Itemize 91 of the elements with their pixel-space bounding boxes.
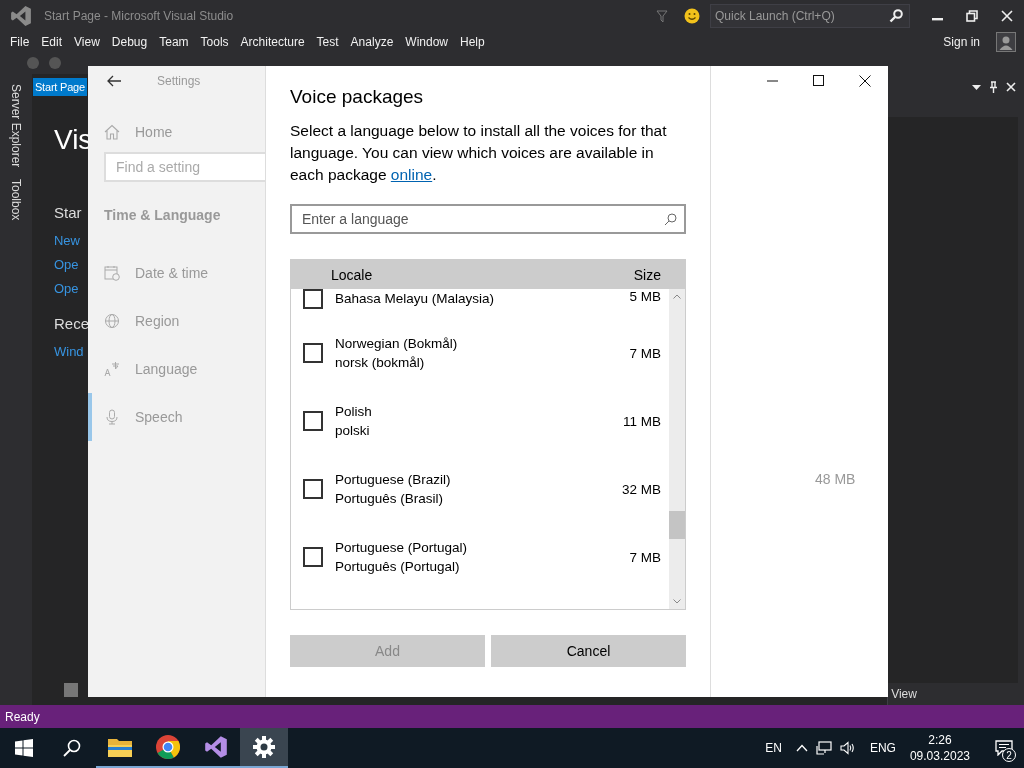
taskbar-app[interactable] [240,728,288,768]
restore-icon[interactable] [966,10,978,22]
status-text: Ready [5,709,40,724]
settings-icon [253,736,275,758]
dialog-button[interactable]: Cancel [491,635,686,667]
folder-icon [108,737,132,757]
menu-item[interactable]: File [4,35,36,49]
quick-launch-field[interactable]: Quick Launch (Ctrl+Q) [710,4,910,28]
menu-item[interactable]: Analyze [344,35,400,49]
square-icon [63,683,78,697]
smiley-icon[interactable] [684,8,700,24]
section-title: Rece [53,315,86,332]
menu-item[interactable]: Tools [194,35,235,49]
window-title: Start Page - Microsoft Visual Studio [44,9,234,23]
dialog-title: Voice packages [290,86,425,108]
infinity-logo-icon [204,735,228,759]
scrollbar-thumb[interactable] [669,511,685,539]
start-link[interactable]: Ope [53,253,86,277]
locale-native-name: Português (Portugal) [335,558,461,576]
section-title: Star [53,204,83,221]
search-icon [664,213,677,226]
network-icon[interactable] [815,741,832,755]
dropdown-icon[interactable] [972,84,981,90]
menu-item[interactable]: Architecture [234,35,311,49]
dialog-description: Select a language below to install all the voices for that language. You can view which voices are available in each package online. [290,121,668,185]
menu-item[interactable]: Debug [105,35,154,49]
locale-name: Polish [335,403,373,421]
package-size: 7 MB [629,549,661,565]
menu-item[interactable]: Help [454,35,491,49]
checkbox[interactable] [303,479,323,499]
menu-item[interactable]: Test [310,35,345,49]
package-size: 5 MB [629,289,661,304]
locale-name: Norwegian (Bokmål) [335,335,459,353]
scroll-up-icon[interactable] [673,294,681,299]
menu-item[interactable]: Window [399,35,454,49]
calendar-icon [104,265,120,281]
start-icon[interactable] [15,739,33,757]
size-label: 48 MB [815,471,857,487]
menu-item[interactable]: Team [153,35,195,49]
locale-name: Portuguese (Portugal) [335,539,469,557]
chevron-up-icon[interactable] [795,744,808,752]
visual-studio-logo-icon [10,5,32,27]
side-tab[interactable]: Server Explorer [9,84,23,168]
package-size: 32 MB [621,481,661,497]
maximize-icon[interactable] [813,75,824,86]
locale-name: Portuguese (Brazil) [335,471,452,489]
locale-native-name: polski [335,422,371,440]
notification-count: 2 [1002,748,1016,762]
account-icon[interactable] [996,32,1016,52]
menu-item[interactable]: View [68,35,106,49]
speaker-icon[interactable] [839,741,856,755]
back-arrow-icon[interactable] [107,75,121,87]
scrollbar[interactable] [669,289,685,609]
app-title: Settings [157,74,201,88]
locale-native-name: Português (Brasil) [335,490,445,508]
start-link[interactable]: New [53,229,86,253]
start-link[interactable]: Wind [53,340,86,364]
microphone-icon [104,409,120,425]
package-size: 7 MB [629,345,661,361]
checkbox[interactable] [303,411,323,431]
clock-date[interactable]: 09.03.2023 [909,749,970,763]
checkbox[interactable] [303,343,323,363]
input-indicator[interactable]: EN [765,741,782,755]
side-tab[interactable]: Toolbox [9,179,23,221]
locale-native-name: norsk (bokmål) [335,354,426,372]
pin-icon[interactable] [989,81,998,93]
close-icon[interactable] [859,75,871,87]
category-heading: Time & Language [104,207,222,223]
keyboard-language[interactable]: ENG [869,741,896,755]
package-size: 11 MB [623,413,661,429]
column-header[interactable]: Size [633,266,661,283]
browser-icon [156,735,180,759]
language-search-field[interactable]: Enter a language [290,204,686,234]
language-icon [104,361,120,377]
column-header[interactable]: Locale [331,266,634,283]
filter-icon[interactable] [656,9,668,23]
checkbox[interactable] [303,547,323,567]
settings-search-field[interactable]: Find a setting [104,152,265,182]
panel-tab[interactable]: View [888,687,1024,705]
scroll-down-icon[interactable] [673,599,681,604]
menu-item[interactable]: Edit [35,35,69,49]
sign-in-link[interactable]: Sign in [943,35,980,49]
globe-icon [104,313,120,329]
search-icon[interactable] [63,739,81,757]
checkbox[interactable] [303,289,323,309]
start-link[interactable]: Ope [53,277,86,301]
online-link[interactable]: online [390,166,433,183]
document-tab[interactable]: Start Page [32,78,87,96]
search-icon [889,9,903,23]
locale-native-name: Bahasa Melayu (Malaysia) [335,290,496,308]
clock-time[interactable]: 2:26 [928,733,952,747]
